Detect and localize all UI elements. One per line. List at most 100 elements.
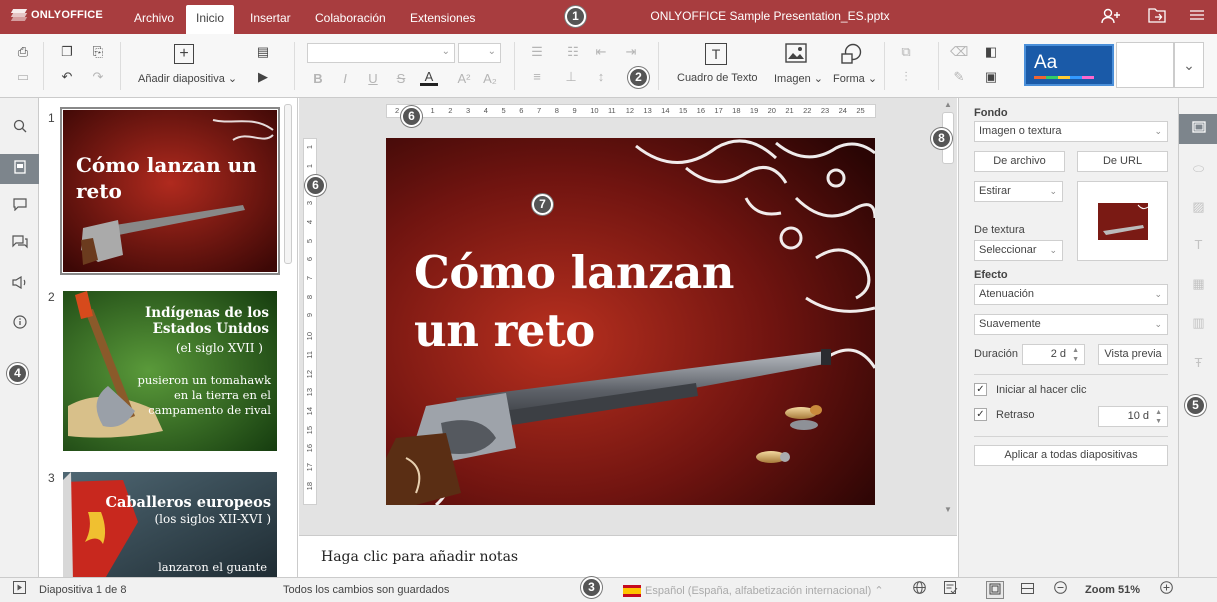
open-location-icon[interactable] — [1146, 7, 1168, 27]
bullets-icon[interactable]: ☰ — [528, 43, 546, 61]
texture-select[interactable]: Seleccionar ⌄ — [974, 240, 1063, 261]
delay-checkbox[interactable]: ✓ — [974, 408, 987, 421]
thumbnails-scrollbar[interactable] — [284, 104, 292, 264]
numbering-icon[interactable]: ☷ — [564, 43, 582, 61]
redo-icon[interactable]: ↷ — [89, 68, 107, 86]
text-box-button[interactable]: Cuadro de Texto — [677, 72, 758, 84]
align-left-icon[interactable]: ≡ — [528, 68, 546, 86]
effect-select[interactable]: Atenuación ⌄ — [974, 284, 1168, 305]
ruler-tick-label: 9 — [305, 313, 314, 318]
copy-icon[interactable]: ❐ — [58, 43, 76, 61]
thumbnail-body: pusieron un tomahawk en la tierra en el … — [137, 373, 272, 417]
slide-thumbnail-3[interactable]: Caballeros europeos (los siglos XII-XVI … — [63, 472, 277, 577]
tab-colaboracion[interactable]: Colaboración — [305, 5, 396, 34]
decrease-font-icon[interactable]: A₂ — [481, 70, 499, 88]
ruler-tick-label: 7 — [305, 276, 314, 281]
thumbnail-title: Cómo lanzan un reto — [76, 153, 257, 203]
menu-icon[interactable] — [1186, 7, 1208, 27]
strikethrough-icon[interactable]: S — [392, 70, 410, 88]
font-name-select[interactable]: ⌄ — [307, 43, 455, 63]
ruler-tick-label: 16 — [305, 444, 314, 453]
comments-icon[interactable] — [0, 191, 39, 221]
zoom-out-icon[interactable] — [1051, 581, 1069, 599]
slide-canvas[interactable]: Cómo lanzan un reto — [386, 138, 875, 505]
ruler-tick-label: 14 — [305, 407, 314, 416]
onlyoffice-logo-icon — [10, 9, 28, 21]
theme-sample-text: Aa — [1034, 52, 1058, 73]
theme-thumbnail-blank[interactable] — [1116, 42, 1174, 88]
start-slideshow-icon[interactable]: ▶ — [254, 68, 272, 86]
shape-button[interactable]: Forma ⌄ — [833, 72, 877, 85]
tab-inicio[interactable]: Inicio — [186, 5, 235, 34]
start-on-click-checkbox[interactable]: ✓ — [974, 383, 987, 396]
from-url-button[interactable]: De URL — [1077, 151, 1168, 172]
image-button[interactable]: Imagen ⌄ — [774, 72, 823, 85]
clear-style-icon[interactable]: ⌫ — [950, 43, 968, 61]
slide-settings-icon[interactable] — [1179, 114, 1217, 144]
paste-icon[interactable]: ⎘ — [89, 43, 107, 61]
globe-language-icon[interactable] — [910, 581, 928, 599]
increase-indent-icon[interactable]: ⇥ — [622, 43, 640, 61]
undo-icon[interactable]: ↶ — [58, 68, 76, 86]
fill-type-select[interactable]: Imagen o textura ⌄ — [974, 121, 1168, 142]
slide-title[interactable]: Cómo lanzan un reto — [414, 244, 735, 360]
preview-button[interactable]: Vista previa — [1098, 344, 1168, 365]
scroll-down-icon[interactable]: ▼ — [944, 505, 952, 514]
tab-extensiones[interactable]: Extensiones — [400, 5, 485, 34]
slides-panel-icon[interactable] — [0, 154, 39, 184]
effect-type-select[interactable]: Suavemente ⌄ — [974, 314, 1168, 335]
fit-slide-icon[interactable] — [986, 581, 1004, 599]
font-size-select[interactable]: ⌄ — [458, 43, 501, 63]
arrange-icon[interactable]: ⧉ — [897, 43, 915, 61]
language-select[interactable]: Español (España, alfabetización internac… — [645, 584, 884, 597]
tab-insertar[interactable]: Insertar — [240, 5, 301, 34]
align-shape-icon[interactable]: ⫶ — [897, 68, 915, 86]
save-icon[interactable]: ▭ — [14, 68, 32, 86]
document-title: ONLYOFFICE Sample Presentation_ES.pptx — [650, 9, 890, 23]
zoom-in-icon[interactable] — [1157, 581, 1175, 599]
tab-archivo[interactable]: Archivo — [124, 5, 184, 34]
about-icon[interactable] — [0, 309, 39, 339]
delay-input[interactable]: 10 d ▲ ▼ — [1098, 406, 1168, 427]
apply-to-all-button[interactable]: Aplicar a todas diapositivas — [974, 445, 1168, 466]
decrease-indent-icon[interactable]: ⇤ — [592, 43, 610, 61]
text-box-icon[interactable]: T — [705, 43, 727, 65]
ruler-tick-label: 1 — [305, 163, 314, 168]
add-slide-button[interactable]: Añadir diapositiva ⌄ — [138, 72, 237, 85]
play-slideshow-icon[interactable] — [10, 581, 28, 599]
bold-icon[interactable]: B — [309, 70, 327, 88]
search-icon[interactable] — [0, 113, 39, 143]
notes-area[interactable]: Haga clic para añadir notas — [299, 535, 957, 577]
share-users-icon[interactable] — [1100, 7, 1122, 27]
theme-more-button[interactable]: ⌄ — [1174, 42, 1204, 88]
callout-badge: 1 — [565, 6, 586, 27]
print-icon[interactable]: ⎙ — [14, 43, 32, 61]
feedback-icon[interactable] — [0, 269, 39, 299]
fit-width-icon[interactable] — [1018, 581, 1036, 599]
from-file-button[interactable]: De archivo — [974, 151, 1065, 172]
theme-thumbnail[interactable]: Aa — [1024, 44, 1114, 86]
horizontal-ruler[interactable]: 2112345678910111213141516171819202122232… — [386, 104, 876, 118]
slide-layout-icon[interactable]: ▤ — [254, 43, 272, 61]
slide-size-icon[interactable]: ▣ — [982, 68, 1000, 86]
slide-thumbnail-1[interactable]: Cómo lanzan un reto — [60, 107, 280, 275]
ruler-tick-label: 23 — [820, 106, 830, 115]
underline-icon[interactable]: U — [364, 70, 382, 88]
add-slide-icon[interactable]: + — [174, 44, 194, 64]
slide-thumbnail-2[interactable]: Indígenas de los Estados Unidos (el sigl… — [63, 291, 277, 451]
vertical-align-icon[interactable]: ⊥ — [562, 68, 580, 86]
scroll-up-icon[interactable]: ▲ — [944, 100, 952, 109]
chat-icon[interactable] — [0, 229, 39, 259]
copy-style-icon[interactable]: ✎ — [950, 68, 968, 86]
increase-font-icon[interactable]: A² — [455, 70, 473, 88]
image-icon[interactable] — [784, 43, 808, 65]
color-scheme-icon[interactable]: ◧ — [982, 43, 1000, 61]
stretch-select[interactable]: Estirar ⌄ — [974, 181, 1063, 202]
italic-icon[interactable]: I — [336, 70, 354, 88]
spellcheck-icon[interactable] — [942, 581, 960, 599]
line-spacing-icon[interactable]: ↕ — [592, 68, 610, 86]
editor-scrollbar[interactable]: ▲ ▼ — [942, 98, 956, 535]
font-color-icon[interactable]: A — [420, 68, 438, 86]
shape-icon[interactable] — [840, 43, 864, 65]
duration-input[interactable]: 2 d ▲ ▼ — [1022, 344, 1085, 365]
